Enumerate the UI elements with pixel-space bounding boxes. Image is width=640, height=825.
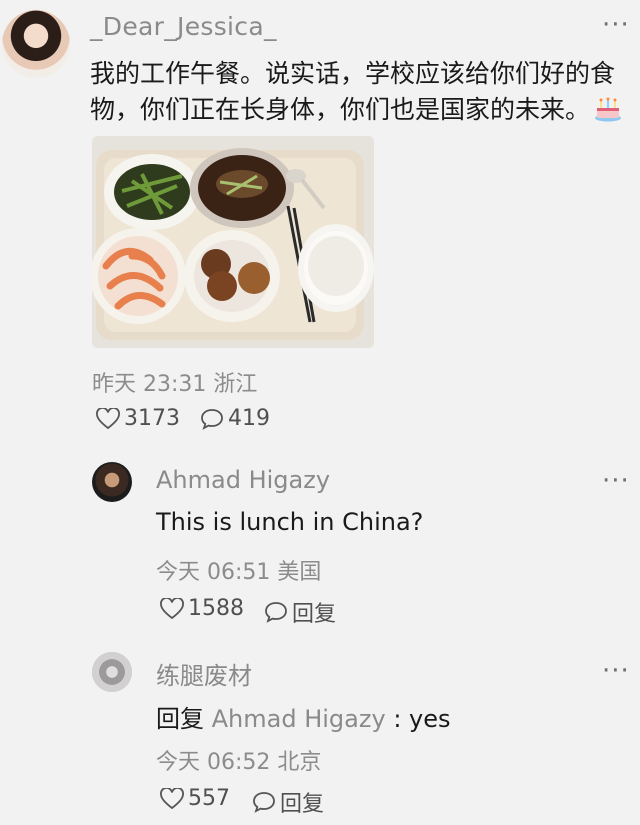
comment-reply-button[interactable]: 回复 (252, 786, 324, 818)
comment-like-count: 557 (188, 786, 230, 811)
comment-more-icon[interactable]: ··· (602, 656, 630, 686)
comment-time: 今天 06:51 (156, 560, 271, 585)
commenter-avatar[interactable] (92, 462, 132, 502)
comment-bubble-icon (201, 408, 223, 430)
comment-like-button[interactable]: 557 (160, 786, 230, 811)
post-time: 昨天 23:31 (92, 372, 207, 397)
post-text-line-2: 物，你们正在长身体，你们也是国家的未来。 (90, 95, 591, 124)
comment-location: 北京 (277, 750, 322, 775)
post-more-icon[interactable]: ··· (602, 10, 630, 40)
comment-bubble-icon (253, 792, 275, 813)
comment-meta: 今天 06:51 美国 (156, 554, 321, 586)
comment-text: 回复 Ahmad Higazy : yes (156, 699, 451, 734)
comment-like-count: 1588 (188, 596, 244, 621)
post-photo[interactable] (92, 136, 374, 348)
comment-reply-label: 回复 (292, 602, 337, 627)
post-text-line-1: 我的工作午餐。说实话，学校应该给你们好的食 (90, 59, 616, 88)
post-comment-count: 419 (228, 406, 270, 431)
post-like-count: 3173 (124, 406, 180, 431)
comment-more-icon[interactable]: ··· (602, 466, 630, 496)
reply-text: : yes (393, 705, 451, 733)
commenter-name[interactable]: Ahmad Higazy (156, 466, 330, 494)
comment-time: 今天 06:52 (156, 750, 271, 775)
comment-like-button[interactable]: 1588 (160, 596, 244, 621)
post-comment-button[interactable]: 419 (200, 406, 270, 431)
heart-icon (160, 787, 184, 809)
reply-to-user-link[interactable]: Ahmad Higazy (212, 705, 386, 733)
comment-bubble-icon (265, 602, 287, 623)
comment-reply-button[interactable]: 回复 (264, 596, 336, 628)
cake-emoji-icon (595, 97, 622, 122)
post-meta: 昨天 23:31 浙江 (92, 366, 257, 398)
post-like-button[interactable]: 3173 (96, 406, 180, 431)
heart-icon (160, 597, 184, 619)
commenter-avatar[interactable] (92, 652, 132, 692)
author-username[interactable]: _Dear_Jessica_ (90, 12, 277, 41)
comment-meta: 今天 06:52 北京 (156, 744, 321, 776)
commenter-name[interactable]: 练腿废材 (156, 656, 252, 691)
author-avatar[interactable] (2, 10, 70, 78)
heart-icon (96, 407, 120, 429)
reply-prefix: 回复 (156, 705, 204, 733)
post-text: 我的工作午餐。说实话，学校应该给你们好的食 物，你们正在长身体，你们也是国家的未… (90, 56, 630, 128)
post-location: 浙江 (213, 372, 258, 397)
lunch-tray-image (92, 136, 374, 348)
comment-text: This is lunch in China? (156, 508, 424, 536)
comment-reply-label: 回复 (280, 792, 325, 817)
comment-location: 美国 (277, 560, 322, 585)
